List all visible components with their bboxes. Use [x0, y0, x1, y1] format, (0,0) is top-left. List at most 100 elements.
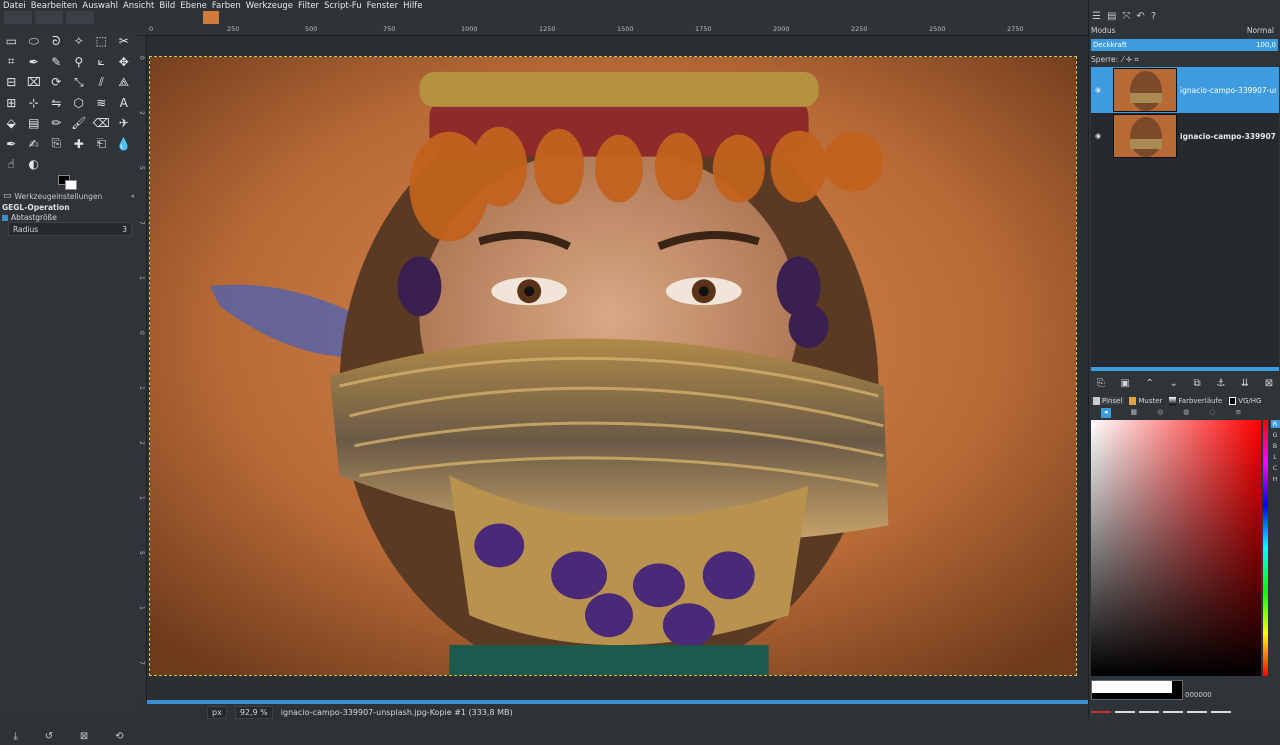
- blend-tool[interactable]: ▤: [23, 113, 46, 134]
- zoom-tool[interactable]: ⚲: [68, 52, 91, 73]
- cage-tool[interactable]: ⬡: [68, 93, 91, 114]
- paths-tab-icon[interactable]: ⤧: [1122, 11, 1130, 25]
- visibility-icon[interactable]: ◉: [1091, 86, 1105, 94]
- heal-tool[interactable]: ✚: [68, 134, 91, 155]
- tab-muster[interactable]: Muster: [1127, 397, 1164, 405]
- opacity-value[interactable]: 100,0: [1256, 41, 1276, 49]
- tab-farbverlaeufe[interactable]: Farbverläufe: [1167, 397, 1224, 405]
- layer-name[interactable]: ignacio-campo-339907-unsplash: [1180, 86, 1276, 95]
- image-tab[interactable]: [66, 11, 94, 24]
- channel-c[interactable]: C: [1273, 464, 1278, 472]
- scale-tool[interactable]: ⤡: [68, 72, 91, 93]
- layer-name[interactable]: ignacio-campo-339907-unsplash: [1180, 132, 1276, 141]
- image-tab-active[interactable]: [203, 11, 219, 24]
- eraser-tool[interactable]: ⌫: [90, 113, 113, 134]
- fg-bg-colors[interactable]: [58, 175, 80, 191]
- layers-list[interactable]: ◉ ignacio-campo-339907-unsplash ◉ ignaci…: [1091, 67, 1279, 367]
- shear-tool[interactable]: ⫽: [90, 72, 113, 93]
- anchor-layer-icon[interactable]: ⚓: [1216, 378, 1225, 389]
- handle-transform-tool[interactable]: ⊹: [23, 93, 46, 114]
- pencil-tool[interactable]: ✏: [45, 113, 68, 134]
- save-options-icon[interactable]: ⤓: [13, 731, 17, 742]
- airbrush-tool[interactable]: ✈: [113, 113, 136, 134]
- hex-value[interactable]: 000000: [1185, 691, 1212, 699]
- foreground-select-tool[interactable]: ⌗: [0, 52, 23, 73]
- crop-tool[interactable]: ⌧: [23, 72, 46, 93]
- sample-size-toggle[interactable]: Abtastgröße: [2, 213, 57, 222]
- mode-select[interactable]: Normal: [1247, 26, 1274, 35]
- channel-g[interactable]: G: [1272, 431, 1277, 439]
- smudge-tool[interactable]: ☝: [0, 154, 23, 175]
- blur-tool[interactable]: 💧: [113, 134, 136, 155]
- text-tool[interactable]: A: [113, 93, 136, 114]
- channel-b[interactable]: B: [1273, 442, 1277, 450]
- layers-scrollbar[interactable]: [1091, 367, 1279, 371]
- channel-l[interactable]: L: [1273, 453, 1277, 461]
- menu-bild[interactable]: Bild: [159, 1, 175, 11]
- color-picker-tool[interactable]: ✎: [45, 52, 68, 73]
- measure-tool[interactable]: ⟀: [90, 52, 113, 73]
- clone-tool[interactable]: ⎘: [45, 134, 68, 155]
- radius-value[interactable]: 3: [122, 225, 127, 234]
- menu-filter[interactable]: Filter: [298, 1, 319, 11]
- palette-mode-icon[interactable]: ▦: [1131, 408, 1138, 418]
- menu-farben[interactable]: Farben: [212, 1, 241, 11]
- ink-tool[interactable]: ✒: [0, 134, 23, 155]
- menu-hilfe[interactable]: Hilfe: [403, 1, 422, 11]
- fg-bg-preview[interactable]: [1091, 680, 1183, 700]
- paintbrush-tool[interactable]: 🖌: [68, 113, 91, 134]
- unit-select[interactable]: px: [207, 705, 227, 719]
- move-tool[interactable]: ✥: [113, 52, 136, 73]
- tab-config-icon[interactable]: ◂: [130, 192, 134, 200]
- mypaint-tool[interactable]: ✍: [23, 134, 46, 155]
- image-tab[interactable]: [35, 11, 63, 24]
- history-swatch[interactable]: [1115, 711, 1135, 713]
- paths-tool[interactable]: ✒: [23, 52, 46, 73]
- hue-slider[interactable]: [1263, 420, 1268, 676]
- reset-options-icon[interactable]: ⟲: [115, 731, 123, 742]
- help-tab-icon[interactable]: ?: [1151, 11, 1156, 25]
- history-swatch[interactable]: [1211, 711, 1231, 713]
- layer-row[interactable]: ◉ ignacio-campo-339907-unsplash: [1091, 113, 1279, 159]
- ellipse-select-tool[interactable]: ⬭: [23, 31, 46, 52]
- menu-werkzeuge[interactable]: Werkzeuge: [246, 1, 293, 11]
- background-color[interactable]: [65, 180, 77, 190]
- history-swatch[interactable]: [1187, 711, 1207, 713]
- zoom-select[interactable]: 92,9 %: [234, 705, 273, 719]
- align-tool[interactable]: ⊟: [0, 72, 23, 93]
- vertical-ruler[interactable]: 0 2 5 7 1 0 1 2 1 5 1 7: [137, 36, 147, 700]
- delete-layer-icon[interactable]: ⊠: [1265, 378, 1273, 389]
- channel-h[interactable]: H: [1273, 475, 1278, 483]
- unified-transform-tool[interactable]: ⊞: [0, 93, 23, 114]
- tab-vg-hg[interactable]: VG/HG: [1227, 397, 1263, 405]
- wheel-mode-icon[interactable]: ◎: [1157, 408, 1163, 418]
- perspective-tool[interactable]: ⟁: [113, 72, 136, 93]
- duplicate-layer-icon[interactable]: ⧉: [1193, 378, 1200, 389]
- rect-select-tool[interactable]: ▭: [0, 31, 23, 52]
- mode-row[interactable]: Modus Normal: [1089, 25, 1280, 36]
- menu-ebene[interactable]: Ebene: [180, 1, 207, 11]
- history-swatch[interactable]: [1091, 711, 1111, 713]
- new-layer-icon[interactable]: ⎘: [1097, 378, 1105, 389]
- layer-row-selected[interactable]: ◉ ignacio-campo-339907-unsplash: [1091, 67, 1279, 113]
- menu-ansicht[interactable]: Ansicht: [123, 1, 154, 11]
- image-canvas[interactable]: [149, 56, 1077, 676]
- flip-tool[interactable]: ⇋: [45, 93, 68, 114]
- cmyk-mode-icon[interactable]: ◍: [1183, 408, 1189, 418]
- menu-fenster[interactable]: Fenster: [367, 1, 399, 11]
- image-tab[interactable]: [4, 11, 32, 24]
- channels-tab-icon[interactable]: ▤: [1107, 11, 1116, 25]
- undo-tab-icon[interactable]: ↶: [1136, 11, 1144, 25]
- bucket-fill-tool[interactable]: ⬙: [0, 113, 23, 134]
- menu-script-fu[interactable]: Script-Fu: [324, 1, 362, 11]
- opacity-slider[interactable]: Deckkraft 100,0: [1091, 39, 1278, 51]
- menu-auswahl[interactable]: Auswahl: [82, 1, 118, 11]
- new-group-icon[interactable]: ▣: [1120, 378, 1129, 389]
- color-selector-square[interactable]: [1091, 420, 1261, 676]
- water-mode-icon[interactable]: ◌: [1209, 408, 1215, 418]
- menu-datei[interactable]: Datei: [3, 1, 26, 11]
- scales-mode-icon[interactable]: ◂: [1101, 408, 1111, 418]
- menu-bearbeiten[interactable]: Bearbeiten: [31, 1, 78, 11]
- history-swatch[interactable]: [1163, 711, 1183, 713]
- merge-layer-icon[interactable]: ⇊: [1241, 378, 1249, 389]
